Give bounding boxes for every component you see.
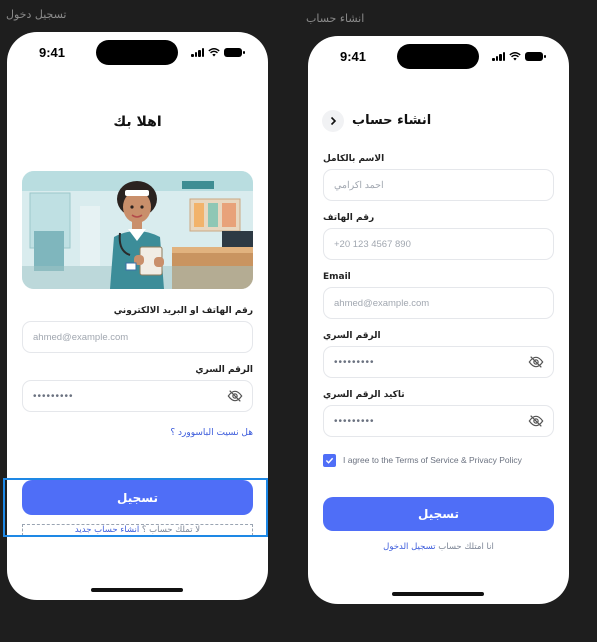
login-link[interactable]: تسجيل الدخول (383, 542, 435, 552)
password-field[interactable] (22, 380, 253, 412)
confirm-password-input[interactable] (324, 406, 553, 436)
status-icons (492, 51, 546, 61)
phone-input[interactable] (324, 229, 553, 259)
hospital-scene-image (22, 171, 253, 289)
email-field[interactable] (323, 287, 554, 319)
password-field[interactable] (323, 346, 554, 378)
phone-field[interactable] (323, 228, 554, 260)
wifi-icon (509, 51, 521, 60)
email-label: Email (323, 272, 351, 282)
identifier-field[interactable] (22, 321, 253, 353)
forgot-password-link[interactable]: هل نسيت الباسوورد ؟ (22, 428, 253, 438)
dynamic-island (96, 40, 178, 65)
signal-icon (492, 51, 505, 61)
password-label: الرقم السري (195, 365, 253, 375)
email-input[interactable] (324, 288, 553, 318)
terms-text: I agree to the Terms of Service & Privac… (343, 455, 522, 465)
terms-checkbox[interactable] (323, 454, 336, 467)
confirm-password-field[interactable] (323, 405, 554, 437)
selection-outline (3, 478, 268, 537)
password-input[interactable] (23, 381, 252, 411)
wifi-icon (208, 47, 220, 56)
status-time: 9:41 (340, 49, 367, 64)
nurse-illustration (22, 171, 253, 289)
frame-label-register: انشاء حساب (306, 12, 365, 25)
status-icons (191, 47, 245, 57)
eye-off-icon[interactable] (528, 413, 544, 429)
signal-icon (191, 47, 204, 57)
register-screen: 9:41 انشاء حساب الاسم بالكامل رقم الهاتف… (308, 36, 569, 604)
password-label: الرقم السري (323, 331, 381, 341)
home-indicator (392, 592, 484, 596)
back-button[interactable] (322, 110, 344, 132)
status-time: 9:41 (39, 45, 66, 60)
have-account-text: انا امتلك حساب (438, 542, 494, 552)
battery-icon (224, 47, 245, 57)
page-title: اهلا بك (113, 114, 162, 130)
dynamic-island (397, 44, 479, 69)
eye-off-icon[interactable] (528, 354, 544, 370)
login-row: انا امتلك حساب تسجيل الدخول (323, 542, 554, 552)
identifier-label: رقم الهاتف او البريد الالكتروني (113, 306, 253, 316)
frame-label-login: تسجيل دخول (6, 8, 67, 21)
check-icon (325, 457, 334, 464)
identifier-input[interactable] (23, 322, 252, 352)
confirm-password-label: تاكيد الرقم السري (323, 390, 405, 400)
page-title: انشاء حساب (352, 113, 432, 128)
fullname-field[interactable] (323, 169, 554, 201)
register-submit-button[interactable]: تسجيل (323, 497, 554, 531)
chevron-left-icon (330, 116, 337, 126)
password-input[interactable] (324, 347, 553, 377)
fullname-label: الاسم بالكامل (323, 154, 385, 164)
eye-off-icon[interactable] (227, 388, 243, 404)
status-bar: 9:41 (308, 36, 569, 80)
home-indicator (91, 588, 183, 592)
battery-icon (525, 51, 546, 61)
fullname-input[interactable] (324, 170, 553, 200)
phone-label: رقم الهاتف (323, 213, 375, 223)
status-bar: 9:41 (7, 32, 268, 76)
